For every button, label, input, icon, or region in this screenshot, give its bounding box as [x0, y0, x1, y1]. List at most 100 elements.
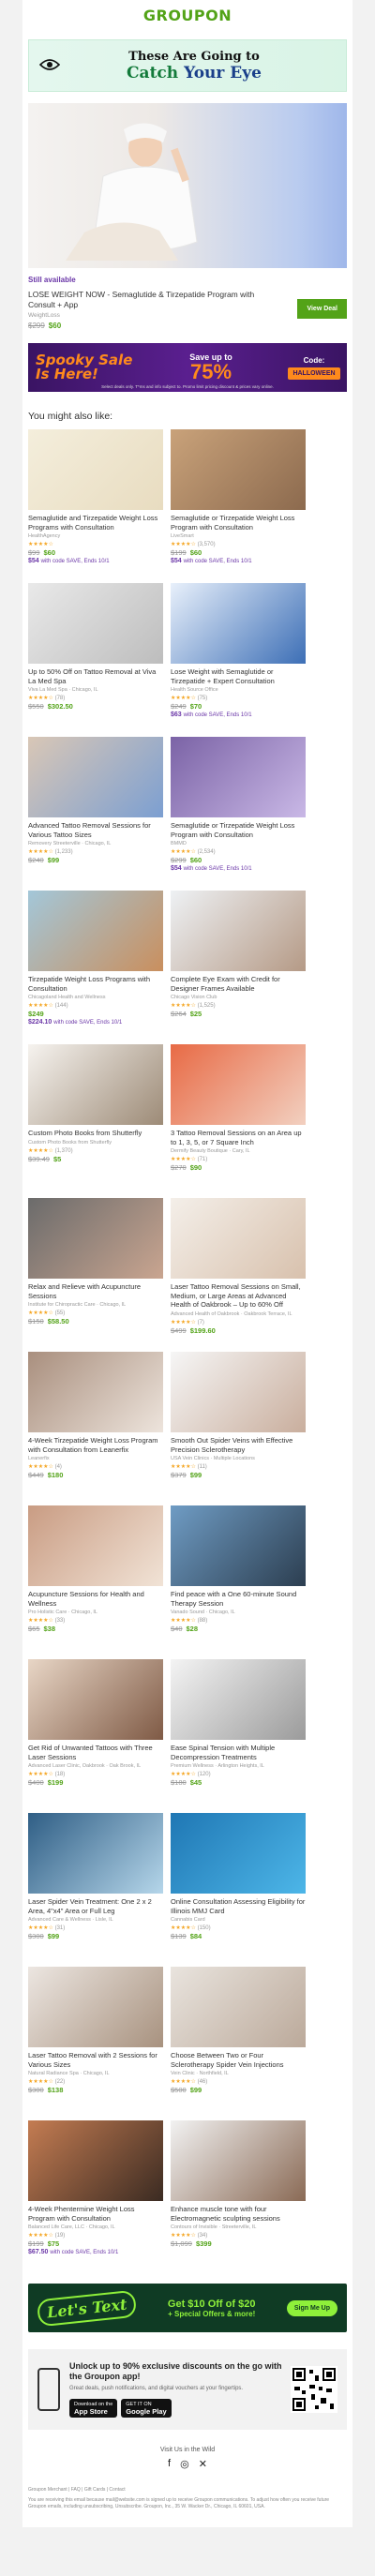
deal-card[interactable]: Acupuncture Sessions for Health and Well… — [28, 1505, 163, 1659]
deal-card[interactable]: Relax and Relieve with Acupuncture Sessi… — [28, 1198, 163, 1352]
deal-card[interactable]: Laser Tattoo Removal Sessions on Small, … — [171, 1198, 306, 1352]
star-rating-icon: ★★★★☆ — [171, 1925, 196, 1931]
deal-image[interactable] — [28, 1198, 163, 1279]
deal-title[interactable]: Choose Between Two or Four Sclerotherapy… — [171, 2051, 306, 2069]
deal-title[interactable]: Acupuncture Sessions for Health and Well… — [28, 1590, 163, 1608]
deal-title[interactable]: Relax and Relieve with Acupuncture Sessi… — [28, 1282, 163, 1300]
deal-title[interactable]: Custom Photo Books from Shutterfly — [28, 1129, 163, 1138]
hero-line1: These Are Going to — [128, 49, 260, 64]
deal-card[interactable]: Custom Photo Books from Shutterfly Custom… — [28, 1044, 163, 1198]
footer-text: You are receiving this email because mai… — [28, 2497, 330, 2509]
qr-code — [291, 2366, 338, 2413]
deal-image[interactable] — [28, 1352, 163, 1432]
halloween-sale-banner[interactable]: Spooky Sale Is Here! Save up to 75% Code… — [28, 343, 347, 392]
deal-image[interactable] — [28, 1967, 163, 2047]
deal-image[interactable] — [28, 429, 163, 510]
deal-title[interactable]: Semaglutide or Tirzepatide Weight Loss P… — [171, 821, 306, 839]
deal-image[interactable] — [28, 737, 163, 817]
deal-title[interactable]: Laser Tattoo Removal Sessions on Small, … — [171, 1282, 306, 1310]
deal-title[interactable]: Enhance muscle tone with four Electromag… — [171, 2205, 306, 2223]
deal-title[interactable]: Complete Eye Exam with Credit for Design… — [171, 975, 306, 993]
instagram-icon[interactable]: ◎ — [180, 2458, 189, 2470]
deal-title[interactable]: Semaglutide or Tirzepatide Weight Loss P… — [171, 514, 306, 532]
facebook-icon[interactable]: f — [168, 2458, 171, 2470]
deal-image[interactable] — [28, 2120, 163, 2201]
deal-image[interactable] — [28, 1813, 163, 1894]
deal-title[interactable]: Laser Spider Vein Treatment: One 2 x 2 A… — [28, 1897, 163, 1915]
deal-image[interactable] — [28, 1505, 163, 1586]
deal-card[interactable]: Enhance muscle tone with four Electromag… — [171, 2120, 306, 2274]
deal-rating: ★★★★☆ (1,525) — [171, 1003, 216, 1009]
deal-title[interactable]: Online Consultation Assessing Eligibilit… — [171, 1897, 306, 1915]
deal-title[interactable]: Ease Spinal Tension with Multiple Decomp… — [171, 1744, 306, 1761]
deal-image[interactable] — [28, 1659, 163, 1740]
deal-card[interactable]: Smooth Out Spider Veins with Effective P… — [171, 1352, 306, 1505]
deal-card[interactable]: Laser Tattoo Removal with 2 Sessions for… — [28, 1967, 163, 2120]
deal-title[interactable]: 3 Tattoo Removal Sessions on an Area up … — [171, 1129, 306, 1146]
deal-title[interactable]: Laser Tattoo Removal with 2 Sessions for… — [28, 2051, 163, 2069]
deal-card[interactable]: Semaglutide and Tirzepatide Weight Loss … — [28, 429, 163, 583]
deal-image[interactable] — [171, 1659, 306, 1740]
deal-card[interactable]: 4-Week Phentermine Weight Loss Program w… — [28, 2120, 163, 2274]
footer-links[interactable]: Groupon Merchant | FAQ | Gift Cards | Co… — [28, 2487, 347, 2494]
deal-card[interactable]: Advanced Tattoo Removal Sessions for Var… — [28, 737, 163, 891]
featured-deal-image[interactable] — [28, 103, 347, 268]
sign-me-up-button[interactable]: Sign Me Up — [286, 2299, 338, 2316]
deal-rating: ★★★★☆ (55) — [28, 1310, 66, 1316]
view-deal-button[interactable]: View Deal — [297, 299, 347, 319]
deal-title[interactable]: Semaglutide and Tirzepatide Weight Loss … — [28, 514, 163, 532]
deal-image[interactable] — [28, 1044, 163, 1125]
lets-text-banner[interactable]: Let's Text Get $10 Off of $20 + Special … — [28, 2284, 347, 2332]
hero-banner[interactable]: These Are Going to Catch Your Eye — [28, 39, 347, 92]
deal-card[interactable]: Tirzepatide Weight Loss Programs with Co… — [28, 891, 163, 1044]
x-twitter-icon[interactable]: ✕ — [199, 2458, 207, 2470]
deal-image[interactable] — [28, 583, 163, 664]
deal-title[interactable]: Get Rid of Unwanted Tattoos with Three L… — [28, 1744, 163, 1761]
deal-card[interactable]: Find peace with a One 60-minute Sound Th… — [171, 1505, 306, 1659]
deal-merchant: Natural Radiance Spa · Chicago, IL — [28, 2071, 110, 2076]
deal-title[interactable]: Lose Weight with Semaglutide or Tirzepat… — [171, 667, 306, 685]
deal-title[interactable]: Up to 50% Off on Tattoo Removal at Viva … — [28, 667, 163, 685]
deal-card[interactable]: Complete Eye Exam with Credit for Design… — [171, 891, 306, 1044]
deal-title[interactable]: Advanced Tattoo Removal Sessions for Var… — [28, 821, 163, 839]
deal-card[interactable]: Semaglutide or Tirzepatide Weight Loss P… — [171, 429, 306, 583]
deal-image[interactable] — [171, 1044, 306, 1125]
deal-image[interactable] — [171, 737, 306, 817]
deal-image[interactable] — [171, 1352, 306, 1432]
deal-title[interactable]: Smooth Out Spider Veins with Effective P… — [171, 1436, 306, 1454]
deal-card[interactable]: Laser Spider Vein Treatment: One 2 x 2 A… — [28, 1813, 163, 1967]
deal-card[interactable]: Online Consultation Assessing Eligibilit… — [171, 1813, 306, 1967]
still-available-badge: Still available — [28, 276, 76, 284]
app-store-button[interactable]: Download on the App Store — [69, 2398, 118, 2418]
deal-image[interactable] — [171, 1813, 306, 1894]
featured-deal-title[interactable]: LOSE WEIGHT NOW - Semaglutide & Tirzepat… — [28, 290, 262, 310]
deal-merchant: Institute for Chiropractic Care · Chicag… — [28, 1302, 127, 1308]
social-section: Visit Us in the Wild f ◎ ✕ — [22, 2447, 352, 2470]
deal-image[interactable] — [171, 2120, 306, 2201]
google-play-button[interactable]: GET IT ON Google Play — [121, 2398, 172, 2418]
deal-card[interactable]: 4-Week Tirzepatide Weight Loss Program w… — [28, 1352, 163, 1505]
deal-image[interactable] — [171, 429, 306, 510]
deal-card[interactable]: Up to 50% Off on Tattoo Removal at Viva … — [28, 583, 163, 737]
deal-card[interactable]: Ease Spinal Tension with Multiple Decomp… — [171, 1659, 306, 1813]
deal-card[interactable]: Lose Weight with Semaglutide or Tirzepat… — [171, 583, 306, 737]
deal-card[interactable]: Choose Between Two or Four Sclerotherapy… — [171, 1967, 306, 2120]
deal-title[interactable]: 4-Week Tirzepatide Weight Loss Program w… — [28, 1436, 163, 1454]
star-rating-icon: ★★★★☆ — [28, 1003, 53, 1009]
deal-title[interactable]: 4-Week Phentermine Weight Loss Program w… — [28, 2205, 163, 2223]
deal-rating: ★★★★☆ (75) — [171, 696, 208, 701]
groupon-logo[interactable]: GROUPON — [22, 0, 352, 30]
deal-card[interactable]: Get Rid of Unwanted Tattoos with Three L… — [28, 1659, 163, 1813]
deal-title[interactable]: Find peace with a One 60-minute Sound Th… — [171, 1590, 306, 1608]
deal-image[interactable] — [171, 1967, 306, 2047]
email-body: GROUPON These Are Going to Catch Your Ey… — [0, 0, 375, 2527]
deal-title[interactable]: Tirzepatide Weight Loss Programs with Co… — [28, 975, 163, 993]
deal-image[interactable] — [171, 1198, 306, 1279]
deal-card[interactable]: 3 Tattoo Removal Sessions on an Area up … — [171, 1044, 306, 1198]
deal-card[interactable]: Semaglutide or Tirzepatide Weight Loss P… — [171, 737, 306, 891]
deal-image[interactable] — [171, 891, 306, 971]
deal-image[interactable] — [171, 583, 306, 664]
deal-image[interactable] — [171, 1505, 306, 1586]
deal-image[interactable] — [28, 891, 163, 971]
deal-price: $449 $180 — [28, 1471, 64, 1479]
